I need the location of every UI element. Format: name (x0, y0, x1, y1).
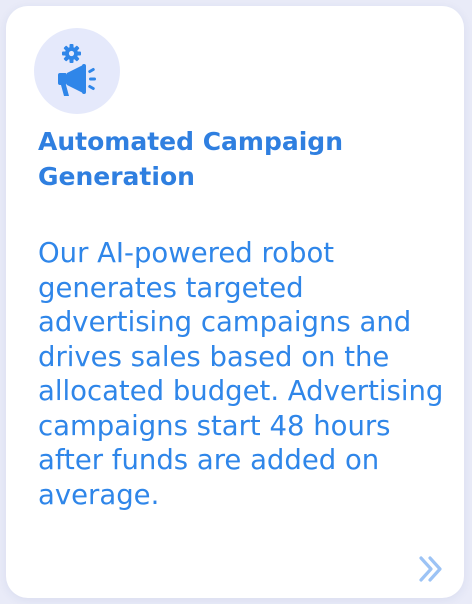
card-description: Our AI-powered robot generates targeted … (38, 237, 444, 511)
feature-icon-badge (34, 28, 120, 114)
double-chevron-right-icon[interactable] (416, 554, 446, 584)
page: Automated Campaign Generation Our AI-pow… (0, 0, 472, 604)
feature-card: Automated Campaign Generation Our AI-pow… (6, 6, 464, 598)
card-title: Automated Campaign Generation (38, 127, 343, 191)
megaphone-gear-icon (58, 44, 96, 96)
